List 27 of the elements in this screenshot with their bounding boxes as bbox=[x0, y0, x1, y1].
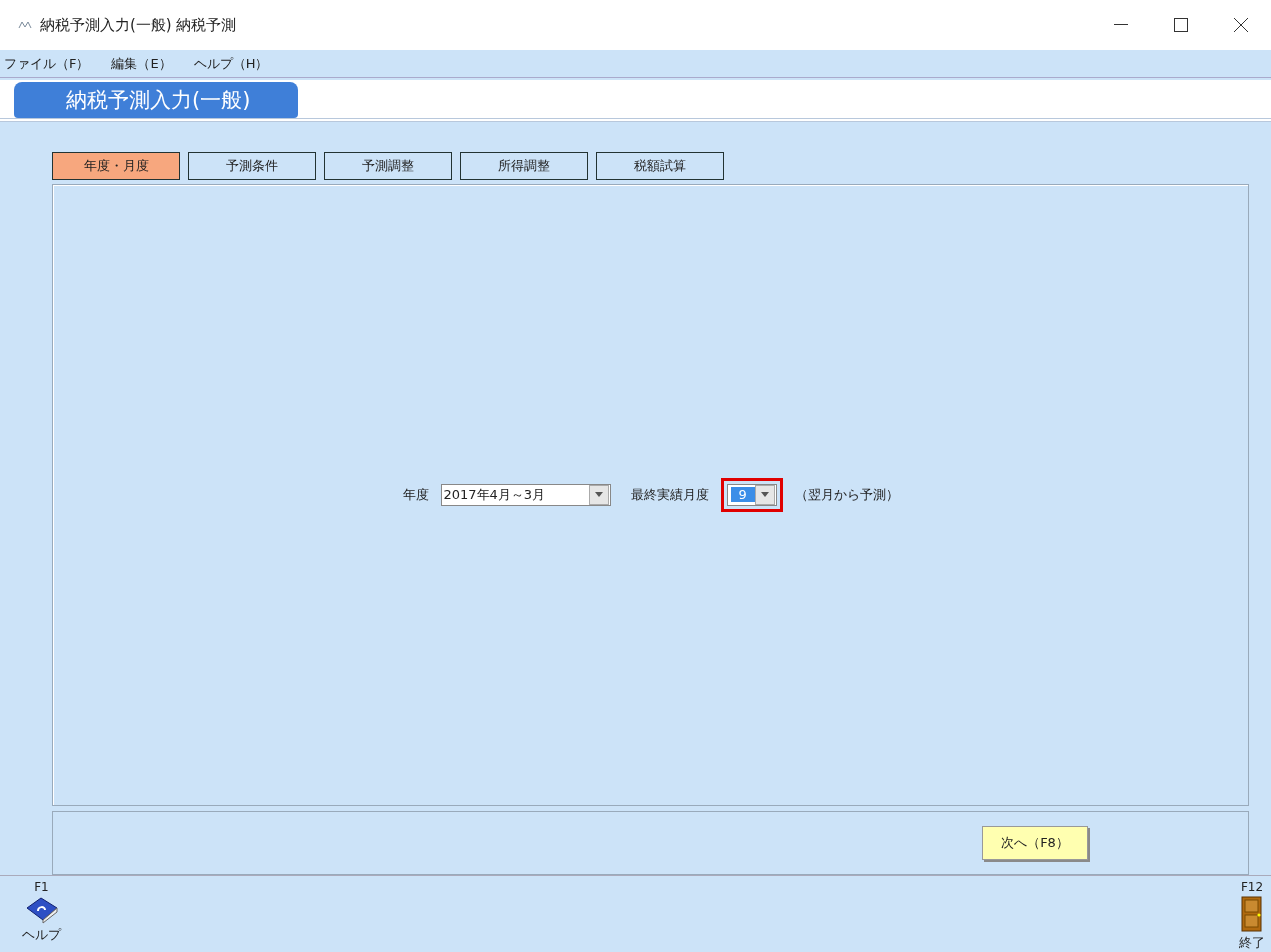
field-label: 年度 bbox=[402, 485, 429, 504]
door-icon bbox=[1241, 895, 1263, 932]
maximize-icon bbox=[1174, 18, 1188, 32]
key-label: 終了 bbox=[1239, 933, 1265, 952]
menu-item[interactable]: ファイル（F） bbox=[4, 54, 90, 73]
function-key-button[interactable]: F1 ヘルプ bbox=[22, 875, 61, 952]
next-button[interactable]: 次へ（F8） bbox=[982, 825, 1088, 860]
tab[interactable]: 予測調整 bbox=[324, 151, 452, 180]
tab[interactable]: 所得調整 bbox=[460, 151, 588, 180]
key-caption: F1 bbox=[34, 879, 49, 894]
hint-text: （翌月から予測） bbox=[794, 485, 899, 504]
page-title: 納税予測入力(一般) bbox=[14, 81, 299, 118]
key-label: ヘルプ bbox=[22, 925, 61, 944]
book-icon bbox=[24, 895, 59, 924]
menu-item[interactable]: 編集（E） bbox=[111, 54, 172, 73]
menu-item[interactable]: ヘルプ（H） bbox=[193, 54, 269, 73]
minimize-icon bbox=[1114, 24, 1128, 26]
function-key-button[interactable]: F12 終了 bbox=[1239, 875, 1265, 952]
tab[interactable]: 予測条件 bbox=[188, 151, 316, 180]
window-title: 納税予測入力(一般) 納税予測 bbox=[40, 15, 238, 35]
tab[interactable]: 税額試算 bbox=[596, 151, 724, 180]
field-label: 最終実績月度 bbox=[630, 485, 709, 504]
year-dropdown[interactable]: 2017年4月～3月 bbox=[440, 483, 611, 506]
close-icon bbox=[1234, 18, 1248, 32]
key-caption: F12 bbox=[1240, 879, 1264, 894]
app-icon bbox=[18, 20, 34, 30]
tab[interactable]: 年度・月度 bbox=[52, 151, 180, 180]
